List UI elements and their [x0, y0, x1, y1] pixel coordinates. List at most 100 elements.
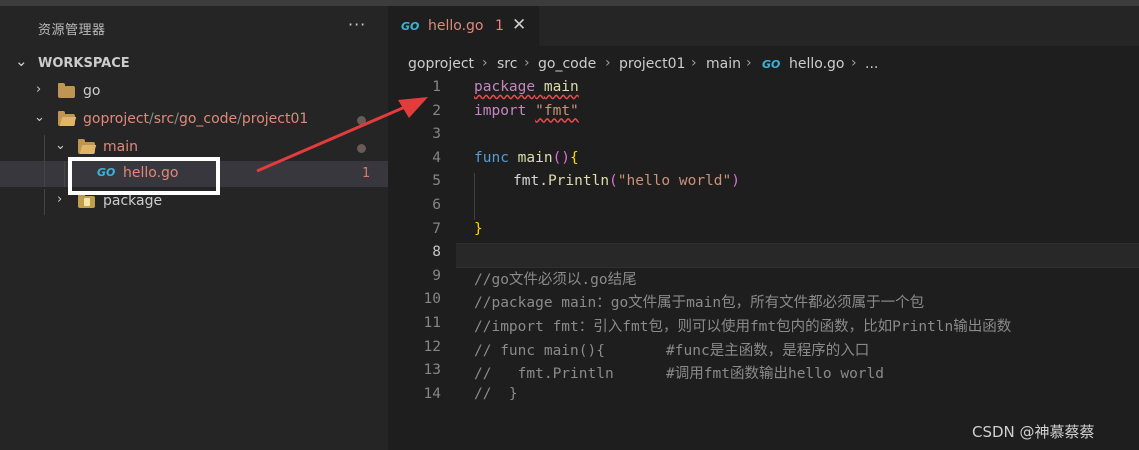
- code-line: 3: [388, 124, 1139, 148]
- chevron-right-icon: ›: [36, 82, 42, 97]
- chevron-down-icon: ⌄: [55, 138, 66, 153]
- code-line: 14 // }: [388, 384, 1139, 408]
- line-number: 3: [432, 126, 441, 143]
- watermark: CSDN @神慕蔡蔡: [972, 423, 1095, 441]
- code-text: fmt.Println("hello world"): [513, 173, 740, 189]
- workspace-label: WORKSPACE: [38, 56, 130, 71]
- tab-hello-go[interactable]: GO hello.go 1 ✕: [388, 6, 539, 46]
- chevron-right-icon: ›: [57, 192, 63, 207]
- path-segment: project01: [241, 111, 309, 127]
- package-folder-icon: [78, 193, 95, 208]
- code-line: 2 import "fmt": [388, 101, 1139, 125]
- line-number: 13: [423, 362, 441, 379]
- indent-guide: [44, 189, 45, 215]
- explorer-header: 资源管理器 ···: [0, 6, 388, 46]
- problem-dot-icon: [357, 116, 366, 125]
- explorer-title: 资源管理器: [38, 23, 106, 38]
- indent-guide: [44, 161, 45, 187]
- keyword: func: [474, 149, 509, 166]
- breadcrumb: goproject › src › go_code › project01 › …: [388, 52, 1139, 76]
- tree-item-go[interactable]: › go: [0, 79, 388, 105]
- go-file-icon: GO: [762, 58, 781, 71]
- workspace-section-header[interactable]: ⌄ WORKSPACE: [0, 52, 388, 76]
- code-text: }: [474, 220, 483, 237]
- code-line: 12 // func main(){ #func是主函数，是程序的入口: [388, 337, 1139, 361]
- code-line: 13 // fmt.Println #调用fmt函数输出hello world: [388, 360, 1139, 384]
- tab-problem-count: 1: [495, 18, 504, 34]
- path-segment: goproject: [83, 111, 150, 127]
- comment: // func main(){ #func是主函数，是程序的入口: [474, 342, 870, 359]
- chevron-right-icon: ›: [482, 55, 488, 71]
- code-line: 4 func main(){: [388, 148, 1139, 172]
- line-number: 11: [423, 315, 441, 331]
- breadcrumb-item-project01[interactable]: project01: [619, 56, 685, 72]
- comment: //package main：go文件属于main包，所有文件都必须属于一个包: [474, 295, 925, 312]
- breadcrumb-item-go-code[interactable]: go_code: [538, 56, 596, 72]
- breadcrumb-item-src[interactable]: src: [497, 56, 517, 72]
- parentheses: (): [552, 149, 571, 166]
- chevron-right-icon: ›: [691, 55, 697, 71]
- parenthesis: (: [609, 173, 618, 190]
- line-number: 9: [432, 267, 441, 284]
- code-text: package main: [474, 79, 579, 95]
- line-number: 6: [432, 197, 441, 213]
- code-line: 6: [388, 195, 1139, 219]
- breadcrumb-item-goproject[interactable]: goproject: [408, 56, 474, 72]
- breadcrumb-item-main[interactable]: main: [706, 56, 741, 72]
- tree-item-goproject-path[interactable]: ⌄ goproject/src/go_code/project01: [0, 107, 388, 133]
- code-text: import "fmt": [474, 103, 579, 119]
- indent-guide: [64, 161, 65, 187]
- comment: // }: [474, 385, 518, 402]
- chevron-down-icon: ⌄: [34, 110, 45, 125]
- code-line: 1 package main: [388, 77, 1139, 101]
- line-number: 2: [432, 102, 441, 119]
- close-icon[interactable]: ✕: [512, 15, 526, 35]
- chevron-right-icon: ›: [746, 55, 752, 71]
- tree-item-label: main: [103, 139, 138, 155]
- go-file-icon: GO: [401, 20, 420, 33]
- dot: .: [539, 173, 548, 190]
- chevron-down-icon: ⌄: [15, 52, 28, 70]
- code-line: 9 //go文件必须以.go结尾: [388, 266, 1139, 290]
- problem-count-badge: 1: [362, 166, 371, 181]
- line-number: 1: [432, 79, 441, 95]
- code-line-active: 8: [388, 242, 1139, 266]
- explorer-sidebar: 资源管理器 ··· ⌄ WORKSPACE › go ⌄ goproject/s…: [0, 6, 388, 450]
- tree-item-label: package: [103, 193, 163, 209]
- string-literal: "fmt": [535, 102, 579, 119]
- keyword: import: [474, 102, 527, 119]
- folder-open-icon: [78, 139, 95, 154]
- line-number: 14: [423, 385, 441, 402]
- identifier: main: [543, 79, 579, 95]
- annotation-highlight-box: [68, 157, 220, 195]
- tree-item-label: goproject/src/go_code/project01: [83, 111, 308, 127]
- chevron-right-icon: ›: [524, 55, 530, 71]
- breadcrumb-item-more[interactable]: ...: [865, 56, 878, 72]
- code-line: 10 //package main：go文件属于main包，所有文件都必须属于一…: [388, 289, 1139, 313]
- keyword: package: [474, 79, 536, 95]
- chevron-right-icon: ›: [605, 55, 611, 71]
- editor-tab-bar: GO hello.go 1 ✕: [388, 6, 1139, 46]
- line-number: 10: [423, 291, 441, 308]
- brace: {: [570, 149, 579, 166]
- code-line: 5 fmt.Println("hello world"): [388, 171, 1139, 195]
- code-line: 11 //import fmt：引入fmt包，则可以使用fmt包内的函数，比如P…: [388, 313, 1139, 337]
- line-number: 7: [432, 220, 441, 237]
- path-segment: src: [153, 111, 175, 127]
- comment: //go文件必须以.go结尾: [474, 271, 637, 288]
- code-line: 7 }: [388, 219, 1139, 243]
- parenthesis: ): [731, 173, 741, 190]
- folder-open-icon: [58, 111, 75, 126]
- code-editor[interactable]: 1 package main 2 import "fmt" 3 4 func m…: [388, 77, 1139, 450]
- line-number: 8: [432, 244, 441, 261]
- string-literal: "hello world": [617, 173, 732, 190]
- line-number: 12: [423, 338, 441, 355]
- function-name: Println: [547, 173, 610, 190]
- breadcrumb-item-hello-go[interactable]: hello.go: [789, 56, 845, 72]
- path-segment: go_code: [178, 111, 238, 127]
- comment: // fmt.Println #调用fmt函数输出hello world: [474, 366, 884, 383]
- folder-icon: [58, 83, 75, 98]
- more-actions-icon[interactable]: ···: [348, 15, 366, 34]
- comment: //import fmt：引入fmt包，则可以使用fmt包内的函数，比如Prin…: [474, 319, 1012, 335]
- package-ref: fmt: [513, 173, 540, 190]
